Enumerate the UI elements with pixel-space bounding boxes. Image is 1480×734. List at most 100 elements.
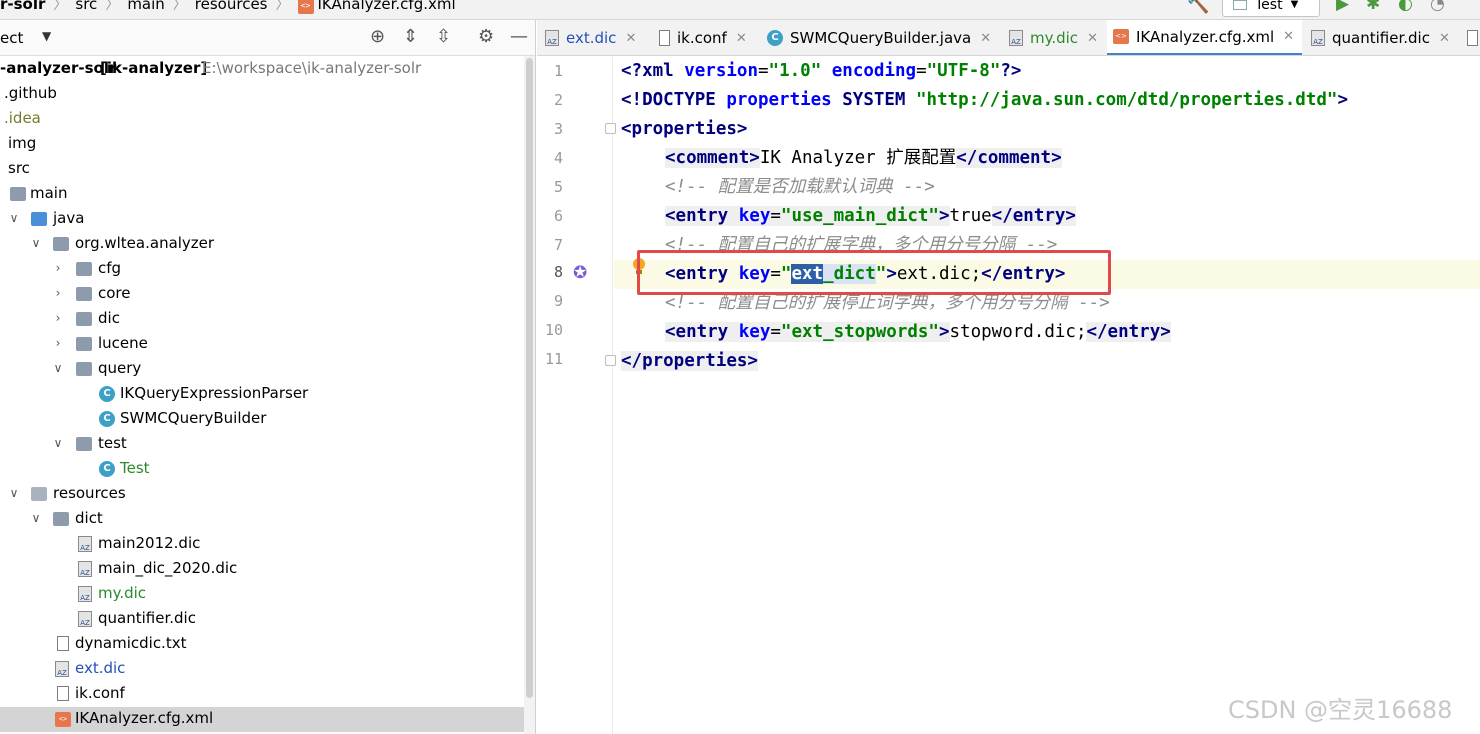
- scrollbar-thumb[interactable]: [526, 58, 533, 698]
- tab-swmcquerybuilder[interactable]: C SWMCQueryBuilder.java ✕: [767, 20, 991, 55]
- tab-my-dic[interactable]: AZ my.dic ✕: [1009, 20, 1098, 55]
- breadcrumb-file[interactable]: IKAnalyzer.cfg.xml: [318, 0, 456, 13]
- profile-icon[interactable]: ◔: [1430, 0, 1445, 14]
- chevron-down-icon[interactable]: ∨: [30, 511, 42, 525]
- tree-item-idea[interactable]: .idea: [0, 107, 524, 132]
- doctype-system: SYSTEM: [831, 90, 917, 110]
- breadcrumb-separator: 〉: [275, 0, 290, 13]
- package-icon: [76, 312, 92, 326]
- tab-label: my.dic: [1030, 29, 1079, 47]
- tree-item-package[interactable]: ∨ org.wltea.analyzer: [0, 232, 524, 257]
- close-icon[interactable]: ✕: [736, 31, 747, 46]
- fold-marker-icon[interactable]: [605, 355, 616, 366]
- tab-quantifier-dic[interactable]: AZ quantifier.dic ✕: [1311, 20, 1450, 55]
- chevron-right-icon[interactable]: ›: [52, 261, 64, 275]
- tree-item-main[interactable]: main: [0, 182, 524, 207]
- tree-item-query[interactable]: ∨ query: [0, 357, 524, 382]
- debug-icon[interactable]: ✱: [1366, 0, 1380, 14]
- close-icon[interactable]: ✕: [1283, 29, 1294, 44]
- locate-target-icon[interactable]: ⊕: [370, 26, 385, 47]
- tree-item-java[interactable]: ∨ java: [0, 207, 524, 232]
- tab-ikanalyzer-cfg-xml[interactable]: <> IKAnalyzer.cfg.xml ✕: [1107, 20, 1303, 55]
- xml-tag: <entry: [665, 322, 739, 342]
- xml-tag: <entry: [665, 206, 739, 226]
- xml-file-icon: <>: [55, 712, 71, 727]
- tree-item-label: IKAnalyzer.cfg.xml: [75, 709, 214, 727]
- project-scrollbar[interactable]: [524, 56, 535, 734]
- run-icon[interactable]: ▶: [1336, 0, 1349, 14]
- expand-all-icon[interactable]: ⇕: [403, 26, 418, 47]
- tree-item-file[interactable]: ik.conf: [0, 682, 524, 707]
- tree-item-label: SWMCQueryBuilder: [120, 409, 267, 427]
- implementation-marker-icon[interactable]: ✪: [573, 263, 587, 283]
- tree-item-dict[interactable]: ∨ dict: [0, 507, 524, 532]
- tree-item-root[interactable]: -analyzer-solr [ik-analyzer] E:\workspac…: [0, 57, 524, 82]
- coverage-icon[interactable]: ◐: [1398, 0, 1413, 14]
- breadcrumb-resources[interactable]: resources: [195, 0, 268, 13]
- close-icon[interactable]: ✕: [980, 31, 991, 46]
- collapse-all-icon[interactable]: ⇳: [436, 26, 451, 47]
- package-icon: [76, 362, 92, 376]
- package-icon: [53, 237, 69, 251]
- chevron-down-icon[interactable]: ∨: [52, 436, 64, 450]
- tree-item-resources[interactable]: ∨ resources: [0, 482, 524, 507]
- run-config-icon: [1233, 0, 1247, 10]
- close-icon[interactable]: ✕: [625, 31, 636, 46]
- chevron-down-icon[interactable]: ∨: [8, 211, 20, 225]
- tree-item-class[interactable]: C Test: [0, 457, 524, 482]
- xml-file-icon: <>: [1113, 29, 1129, 44]
- tree-item-github[interactable]: .github: [0, 82, 524, 107]
- breadcrumb-src[interactable]: src: [75, 0, 97, 13]
- tree-item-file[interactable]: AZ my.dic: [0, 582, 524, 607]
- tree-item-core[interactable]: › core: [0, 282, 524, 307]
- breadcrumb-main[interactable]: main: [127, 0, 164, 13]
- chevron-right-icon[interactable]: ›: [52, 336, 64, 350]
- java-class-icon: C: [99, 461, 115, 477]
- chevron-down-icon[interactable]: ∨: [30, 236, 42, 250]
- tree-item-dic[interactable]: › dic: [0, 307, 524, 332]
- line-number: 7: [553, 236, 563, 254]
- tab-overflow[interactable]: [1467, 20, 1480, 55]
- tab-label: IKAnalyzer.cfg.xml: [1136, 27, 1275, 46]
- tree-item-label: main_dic_2020.dic: [98, 559, 238, 577]
- tree-item-class[interactable]: C SWMCQueryBuilder: [0, 407, 524, 432]
- breadcrumb-project[interactable]: r-solr: [0, 0, 45, 13]
- chevron-right-icon[interactable]: ›: [52, 311, 64, 325]
- close-icon[interactable]: ✕: [1439, 31, 1450, 46]
- tree-item-cfg[interactable]: › cfg: [0, 257, 524, 282]
- minimize-icon[interactable]: —: [510, 26, 528, 47]
- tree-item-file[interactable]: AZ quantifier.dic: [0, 607, 524, 632]
- chevron-right-icon[interactable]: ›: [52, 286, 64, 300]
- project-tool-window: ect ▼ ⊕ ⇕ ⇳ ⚙ — -analyzer-solr [ik-analy…: [0, 20, 536, 734]
- build-hammer-icon[interactable]: 🔨: [1187, 0, 1209, 15]
- tree-item-class[interactable]: C IKQueryExpressionParser: [0, 382, 524, 407]
- tree-item-file[interactable]: AZ main_dic_2020.dic: [0, 557, 524, 582]
- editor-area: AZ ext.dic ✕ ik.conf ✕ C SWMCQueryBuilde…: [537, 20, 1480, 734]
- close-icon[interactable]: ✕: [1087, 31, 1098, 46]
- dictionary-file-icon: AZ: [545, 30, 559, 46]
- chevron-down-icon[interactable]: ∨: [52, 361, 64, 375]
- java-class-icon: C: [767, 30, 783, 46]
- project-view-title[interactable]: ect: [0, 29, 23, 47]
- tree-item-lucene[interactable]: › lucene: [0, 332, 524, 357]
- tree-item-src[interactable]: src: [0, 157, 524, 182]
- folder-icon: [10, 187, 26, 201]
- code-line: <?xml version="1.0" encoding="UTF-8"?>: [614, 57, 1480, 86]
- tree-item-file-selected[interactable]: <> IKAnalyzer.cfg.xml: [0, 707, 524, 732]
- run-configuration-select[interactable]: Test ▼: [1222, 0, 1320, 17]
- tree-item-label: dic: [98, 309, 120, 327]
- chevron-down-icon[interactable]: ∨: [8, 486, 20, 500]
- gear-icon[interactable]: ⚙: [478, 26, 494, 47]
- tab-ik-conf[interactable]: ik.conf ✕: [659, 20, 747, 55]
- tab-ext-dic[interactable]: AZ ext.dic ✕: [545, 20, 636, 55]
- chevron-down-icon[interactable]: ▼: [42, 29, 51, 43]
- tree-item-label: lucene: [98, 334, 148, 352]
- tree-item-file[interactable]: dynamicdic.txt: [0, 632, 524, 657]
- tree-item-file[interactable]: AZ main2012.dic: [0, 532, 524, 557]
- tree-item-img[interactable]: img: [0, 132, 524, 157]
- fold-marker-icon[interactable]: [605, 123, 616, 134]
- text-file-icon: [659, 30, 670, 46]
- tree-item-file[interactable]: AZ ext.dic: [0, 657, 524, 682]
- code-editor[interactable]: <?xml version="1.0" encoding="UTF-8"?> <…: [605, 57, 1480, 734]
- tree-item-test[interactable]: ∨ test: [0, 432, 524, 457]
